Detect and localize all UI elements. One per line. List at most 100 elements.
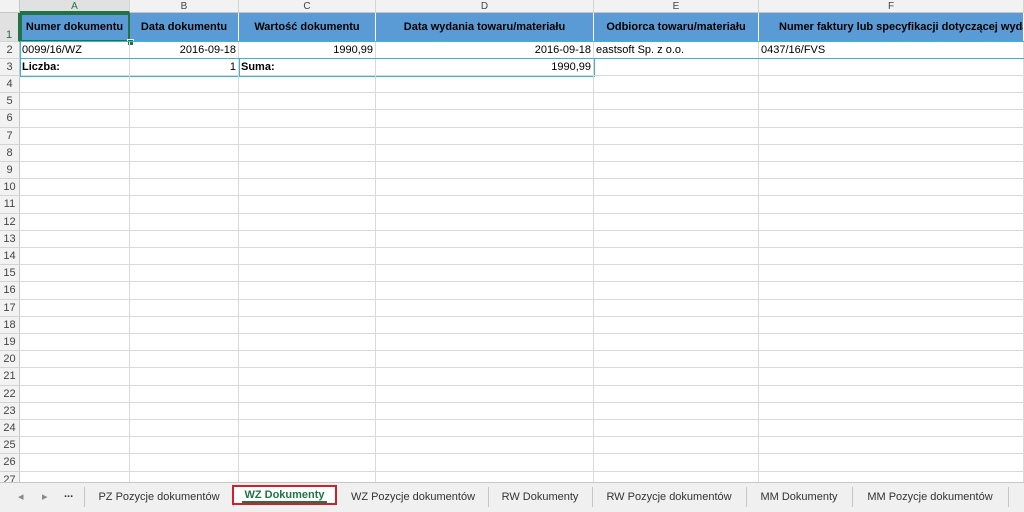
empty-cell[interactable] xyxy=(376,334,594,352)
row-header-8[interactable]: 8 xyxy=(0,144,20,162)
empty-cell[interactable] xyxy=(239,368,376,386)
empty-cell[interactable] xyxy=(594,196,759,214)
cell-e2[interactable]: eastsoft Sp. z o.o. xyxy=(594,42,759,59)
empty-cell[interactable] xyxy=(20,316,130,334)
cell-d3[interactable]: 1990,99 xyxy=(376,59,594,76)
row-header-25[interactable]: 25 xyxy=(0,437,20,455)
row-header-22[interactable]: 22 xyxy=(0,385,20,403)
empty-cell[interactable] xyxy=(20,437,130,455)
empty-cell[interactable] xyxy=(376,368,594,386)
empty-cell[interactable] xyxy=(594,437,759,455)
empty-cell[interactable] xyxy=(130,76,239,94)
empty-cell[interactable] xyxy=(594,110,759,128)
empty-cell[interactable] xyxy=(239,454,376,472)
empty-cell[interactable] xyxy=(759,127,1024,145)
column-header-d[interactable]: D xyxy=(376,0,594,13)
empty-cell[interactable] xyxy=(239,162,376,180)
empty-cell[interactable] xyxy=(130,334,239,352)
empty-cell[interactable] xyxy=(20,230,130,248)
empty-cell[interactable] xyxy=(759,265,1024,283)
empty-cell[interactable] xyxy=(20,144,130,162)
empty-cell[interactable] xyxy=(376,110,594,128)
empty-cell[interactable] xyxy=(239,213,376,231)
empty-cell[interactable] xyxy=(130,402,239,420)
empty-cell[interactable] xyxy=(130,351,239,369)
empty-cell[interactable] xyxy=(759,454,1024,472)
empty-cell[interactable] xyxy=(20,351,130,369)
empty-cell[interactable] xyxy=(20,196,130,214)
empty-cell[interactable] xyxy=(239,76,376,94)
empty-cell[interactable] xyxy=(239,230,376,248)
empty-cell[interactable] xyxy=(594,179,759,197)
empty-cell[interactable] xyxy=(20,110,130,128)
empty-cell[interactable] xyxy=(376,213,594,231)
empty-cell[interactable] xyxy=(20,420,130,438)
row-header-5[interactable]: 5 xyxy=(0,93,20,111)
empty-cell[interactable] xyxy=(594,144,759,162)
empty-cell[interactable] xyxy=(376,196,594,214)
cell-f1[interactable]: Numer faktury lub specyfikacji dotyczące… xyxy=(759,13,1024,42)
empty-cell[interactable] xyxy=(239,196,376,214)
empty-cell[interactable] xyxy=(759,196,1024,214)
empty-cell[interactable] xyxy=(594,385,759,403)
empty-cell[interactable] xyxy=(20,454,130,472)
empty-cell[interactable] xyxy=(594,316,759,334)
empty-cell[interactable] xyxy=(130,454,239,472)
spreadsheet-grid[interactable]: A B C D E F 1 2 3 4 5 6 7 8 9 10 11 12 13 14 15 16 17 18 1… xyxy=(0,0,1024,482)
empty-cell[interactable] xyxy=(20,76,130,94)
empty-cell[interactable] xyxy=(376,402,594,420)
cell-d1[interactable]: Data wydania towaru/materiału xyxy=(376,13,594,42)
empty-cell[interactable] xyxy=(594,265,759,283)
empty-cell[interactable] xyxy=(376,265,594,283)
empty-cell[interactable] xyxy=(20,402,130,420)
empty-cell[interactable] xyxy=(239,437,376,455)
empty-cell[interactable] xyxy=(130,265,239,283)
cell-a2[interactable]: 0099/16/WZ xyxy=(20,42,130,59)
row-header-2[interactable]: 2 xyxy=(0,42,20,59)
row-header-7[interactable]: 7 xyxy=(0,127,20,145)
row-header-10[interactable]: 10 xyxy=(0,179,20,197)
row-header-6[interactable]: 6 xyxy=(0,110,20,128)
empty-cell[interactable] xyxy=(130,299,239,317)
row-header-11[interactable]: 11 xyxy=(0,196,20,214)
empty-cell[interactable] xyxy=(130,316,239,334)
empty-cell[interactable] xyxy=(20,213,130,231)
column-header-c[interactable]: C xyxy=(239,0,376,13)
select-all-corner[interactable] xyxy=(0,0,20,13)
column-header-f[interactable]: F xyxy=(759,0,1024,13)
empty-cell[interactable] xyxy=(130,179,239,197)
empty-cell[interactable] xyxy=(759,402,1024,420)
empty-cell[interactable] xyxy=(594,248,759,266)
empty-cell[interactable] xyxy=(376,282,594,300)
empty-cell[interactable] xyxy=(594,454,759,472)
empty-cell[interactable] xyxy=(759,334,1024,352)
empty-cell[interactable] xyxy=(20,368,130,386)
empty-cell[interactable] xyxy=(376,162,594,180)
row-header-13[interactable]: 13 xyxy=(0,230,20,248)
cell-a3[interactable]: Liczba: xyxy=(20,59,130,76)
row-header-3[interactable]: 3 xyxy=(0,59,20,76)
empty-cell[interactable] xyxy=(130,93,239,111)
empty-cell[interactable] xyxy=(130,213,239,231)
empty-cell[interactable] xyxy=(130,437,239,455)
empty-cell[interactable] xyxy=(759,437,1024,455)
row-header-23[interactable]: 23 xyxy=(0,402,20,420)
cell-c3[interactable]: Suma: xyxy=(239,59,376,76)
empty-cell[interactable] xyxy=(759,316,1024,334)
empty-cell[interactable] xyxy=(376,471,594,482)
empty-cell[interactable] xyxy=(594,213,759,231)
cell-c2[interactable]: 1990,99 xyxy=(239,42,376,59)
empty-cell[interactable] xyxy=(759,248,1024,266)
row-header-16[interactable]: 16 xyxy=(0,282,20,300)
empty-cell[interactable] xyxy=(239,385,376,403)
empty-cell[interactable] xyxy=(239,93,376,111)
empty-cell[interactable] xyxy=(376,385,594,403)
row-header-18[interactable]: 18 xyxy=(0,316,20,334)
empty-cell[interactable] xyxy=(130,230,239,248)
empty-cell[interactable] xyxy=(130,110,239,128)
row-header-1[interactable]: 1 xyxy=(0,13,20,42)
empty-cell[interactable] xyxy=(376,179,594,197)
tab-rw-pozycje-dokumentow[interactable]: RW Pozycje dokumentów xyxy=(592,487,747,507)
empty-cell[interactable] xyxy=(594,471,759,482)
empty-cell[interactable] xyxy=(239,351,376,369)
